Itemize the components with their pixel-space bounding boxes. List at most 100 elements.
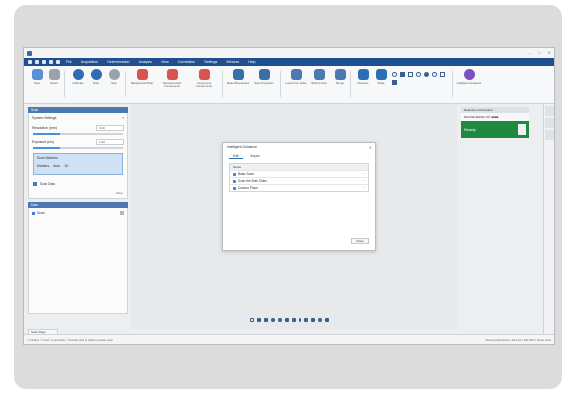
chevron-down-icon[interactable]: ▾ — [122, 116, 124, 120]
save-projection-button[interactable]: Save Projection — [252, 69, 276, 99]
more-link[interactable]: More — [29, 188, 127, 198]
minimize-button[interactable]: – — [529, 50, 531, 55]
quick-open-icon[interactable] — [35, 60, 39, 64]
dock-tab[interactable] — [545, 118, 554, 128]
dock-tab[interactable] — [545, 106, 554, 116]
rotate-icon[interactable] — [271, 318, 275, 322]
lasso-tool-icon[interactable] — [311, 318, 315, 322]
menu-acquisition[interactable]: Acquisition — [78, 60, 101, 64]
zoom-tool-icon[interactable] — [318, 318, 322, 322]
reconstruct-icon — [166, 69, 178, 80]
close-window-button[interactable]: ✕ — [548, 50, 551, 55]
merge-button[interactable]: Merge — [330, 69, 350, 99]
exposure-dropdown[interactable]: 1.00 — [96, 139, 124, 145]
app-window: – □ ✕ File Acquisition Determination Ana… — [23, 47, 555, 345]
device-serial: DEVICE/SERIAL NO: ■■■■ — [461, 113, 529, 121]
dialog-title-bar: Intelligent Guidance ✕ — [223, 143, 375, 151]
dialog-title: Intelligent Guidance — [227, 145, 257, 149]
data-item-row[interactable]: Scan — [29, 208, 127, 218]
square-tool-icon[interactable] — [400, 72, 405, 77]
quick-undo-icon[interactable] — [49, 60, 53, 64]
close-button[interactable]: Close — [351, 238, 369, 244]
status-text: Ready — [464, 127, 476, 132]
resolution-slider[interactable] — [33, 133, 123, 135]
chevron-right-icon: › — [363, 172, 365, 176]
list-item[interactable]: Custom Place › — [230, 184, 368, 191]
tab-import[interactable]: Import — [247, 154, 264, 159]
ribbon-separator — [452, 71, 453, 97]
scan-panel-body: System Settings ▾ Resolution (mm) 0.40 E… — [28, 113, 128, 199]
grid-view-icon[interactable] — [257, 318, 261, 322]
data-panel-body: Scan — [28, 208, 128, 314]
ribbon-toolbar: New Reset Calibrate Scan Stop Background… — [24, 66, 554, 104]
scan-data-button[interactable]: Scan Data — [29, 179, 127, 188]
menu-view[interactable]: View — [158, 60, 172, 64]
quick-redo-icon[interactable] — [56, 60, 60, 64]
front-view-icon[interactable] — [285, 318, 289, 322]
markers-count[interactable]: 10 — [64, 164, 68, 168]
resolution-slider-fill — [33, 133, 60, 135]
quick-save-icon[interactable] — [42, 60, 46, 64]
batch-limits-button[interactable]: Batch Limits — [308, 69, 330, 99]
system-settings-row[interactable]: System Settings ▾ — [29, 113, 127, 123]
calibrate-button[interactable]: Calibrate — [68, 69, 88, 99]
item-menu-icon[interactable] — [120, 211, 124, 215]
scan-data-label: Scan Data — [40, 181, 55, 186]
dot-tool-icon[interactable] — [424, 72, 429, 77]
component-icon — [198, 69, 210, 80]
list-item-label: Basic Scan — [238, 172, 254, 176]
realtime-info-panel: Real-time Information DEVICE/SERIAL NO: … — [461, 107, 529, 335]
zoom-in-icon[interactable] — [264, 318, 268, 322]
tab-edit[interactable]: Edit — [229, 154, 243, 159]
model-boundaries-button[interactable]: Model Boundaries — [226, 69, 250, 99]
background-plate-button[interactable]: Background Plate — [130, 69, 154, 99]
paint-tool-icon[interactable] — [325, 318, 329, 322]
dock-tab[interactable] — [545, 130, 554, 140]
markers-options-row: Markers Auto 10 — [34, 162, 122, 170]
right-dock-tabs — [543, 104, 554, 335]
menu-help[interactable]: Help — [245, 60, 258, 64]
scan-icon — [90, 69, 102, 80]
stop-button[interactable]: Stop — [104, 69, 124, 99]
background-icon — [136, 69, 148, 80]
fit-view-icon[interactable] — [250, 318, 254, 322]
menu-file[interactable]: File — [63, 60, 75, 64]
distance-button[interactable]: Distance — [353, 69, 373, 99]
menu-settings[interactable]: Settings — [201, 60, 220, 64]
exposure-slider[interactable] — [33, 147, 123, 149]
target-tool-icon[interactable] — [432, 72, 437, 77]
menu-correlation[interactable]: Correlation — [175, 60, 199, 64]
pan-icon[interactable] — [278, 318, 282, 322]
maximize-button[interactable]: □ — [538, 50, 540, 55]
ring-tool-icon[interactable] — [416, 72, 421, 77]
list-item[interactable]: Scan the Both Sides › — [230, 177, 368, 184]
fill-tool-icon[interactable] — [392, 80, 397, 85]
select-tool-icon[interactable] — [304, 318, 308, 322]
load-from-index-button[interactable]: Load From Index — [284, 69, 308, 99]
frame-tool-icon[interactable] — [440, 72, 445, 77]
quick-new-icon[interactable] — [28, 60, 32, 64]
intelligent-guidance-button[interactable]: Intelligent Guidance — [456, 69, 482, 99]
guide-icon — [233, 179, 236, 183]
menu-window[interactable]: Window — [223, 60, 242, 64]
reconstructed-components-button[interactable]: Reconstructed Components — [158, 69, 186, 99]
resolution-dropdown[interactable]: 0.40 — [96, 125, 124, 131]
dialog-close-icon[interactable]: ✕ — [369, 145, 372, 150]
markers-mode[interactable]: Auto — [53, 164, 60, 168]
side-view-icon[interactable] — [292, 318, 296, 322]
rect-tool-icon[interactable] — [408, 72, 413, 77]
circle-tool-icon[interactable] — [392, 72, 397, 77]
reset-icon — [48, 69, 60, 80]
reset-button[interactable]: Reset — [44, 69, 64, 99]
new-icon — [31, 69, 43, 80]
menu-analysis[interactable]: Analysis — [136, 60, 155, 64]
dialog-tabs: Edit Import — [223, 151, 375, 159]
menu-determination[interactable]: Determination — [104, 60, 132, 64]
ribbon-separator — [350, 71, 351, 97]
scan-markers-box[interactable]: Scan Markers Markers Auto 10 — [33, 153, 123, 175]
window-controls: – □ ✕ — [529, 50, 551, 55]
list-item[interactable]: Basic Scan › — [230, 170, 368, 177]
scale-button[interactable]: Scale — [371, 69, 391, 99]
scan-button[interactable]: Scan — [86, 69, 106, 99]
component-components-button[interactable]: Component Components — [190, 69, 218, 99]
